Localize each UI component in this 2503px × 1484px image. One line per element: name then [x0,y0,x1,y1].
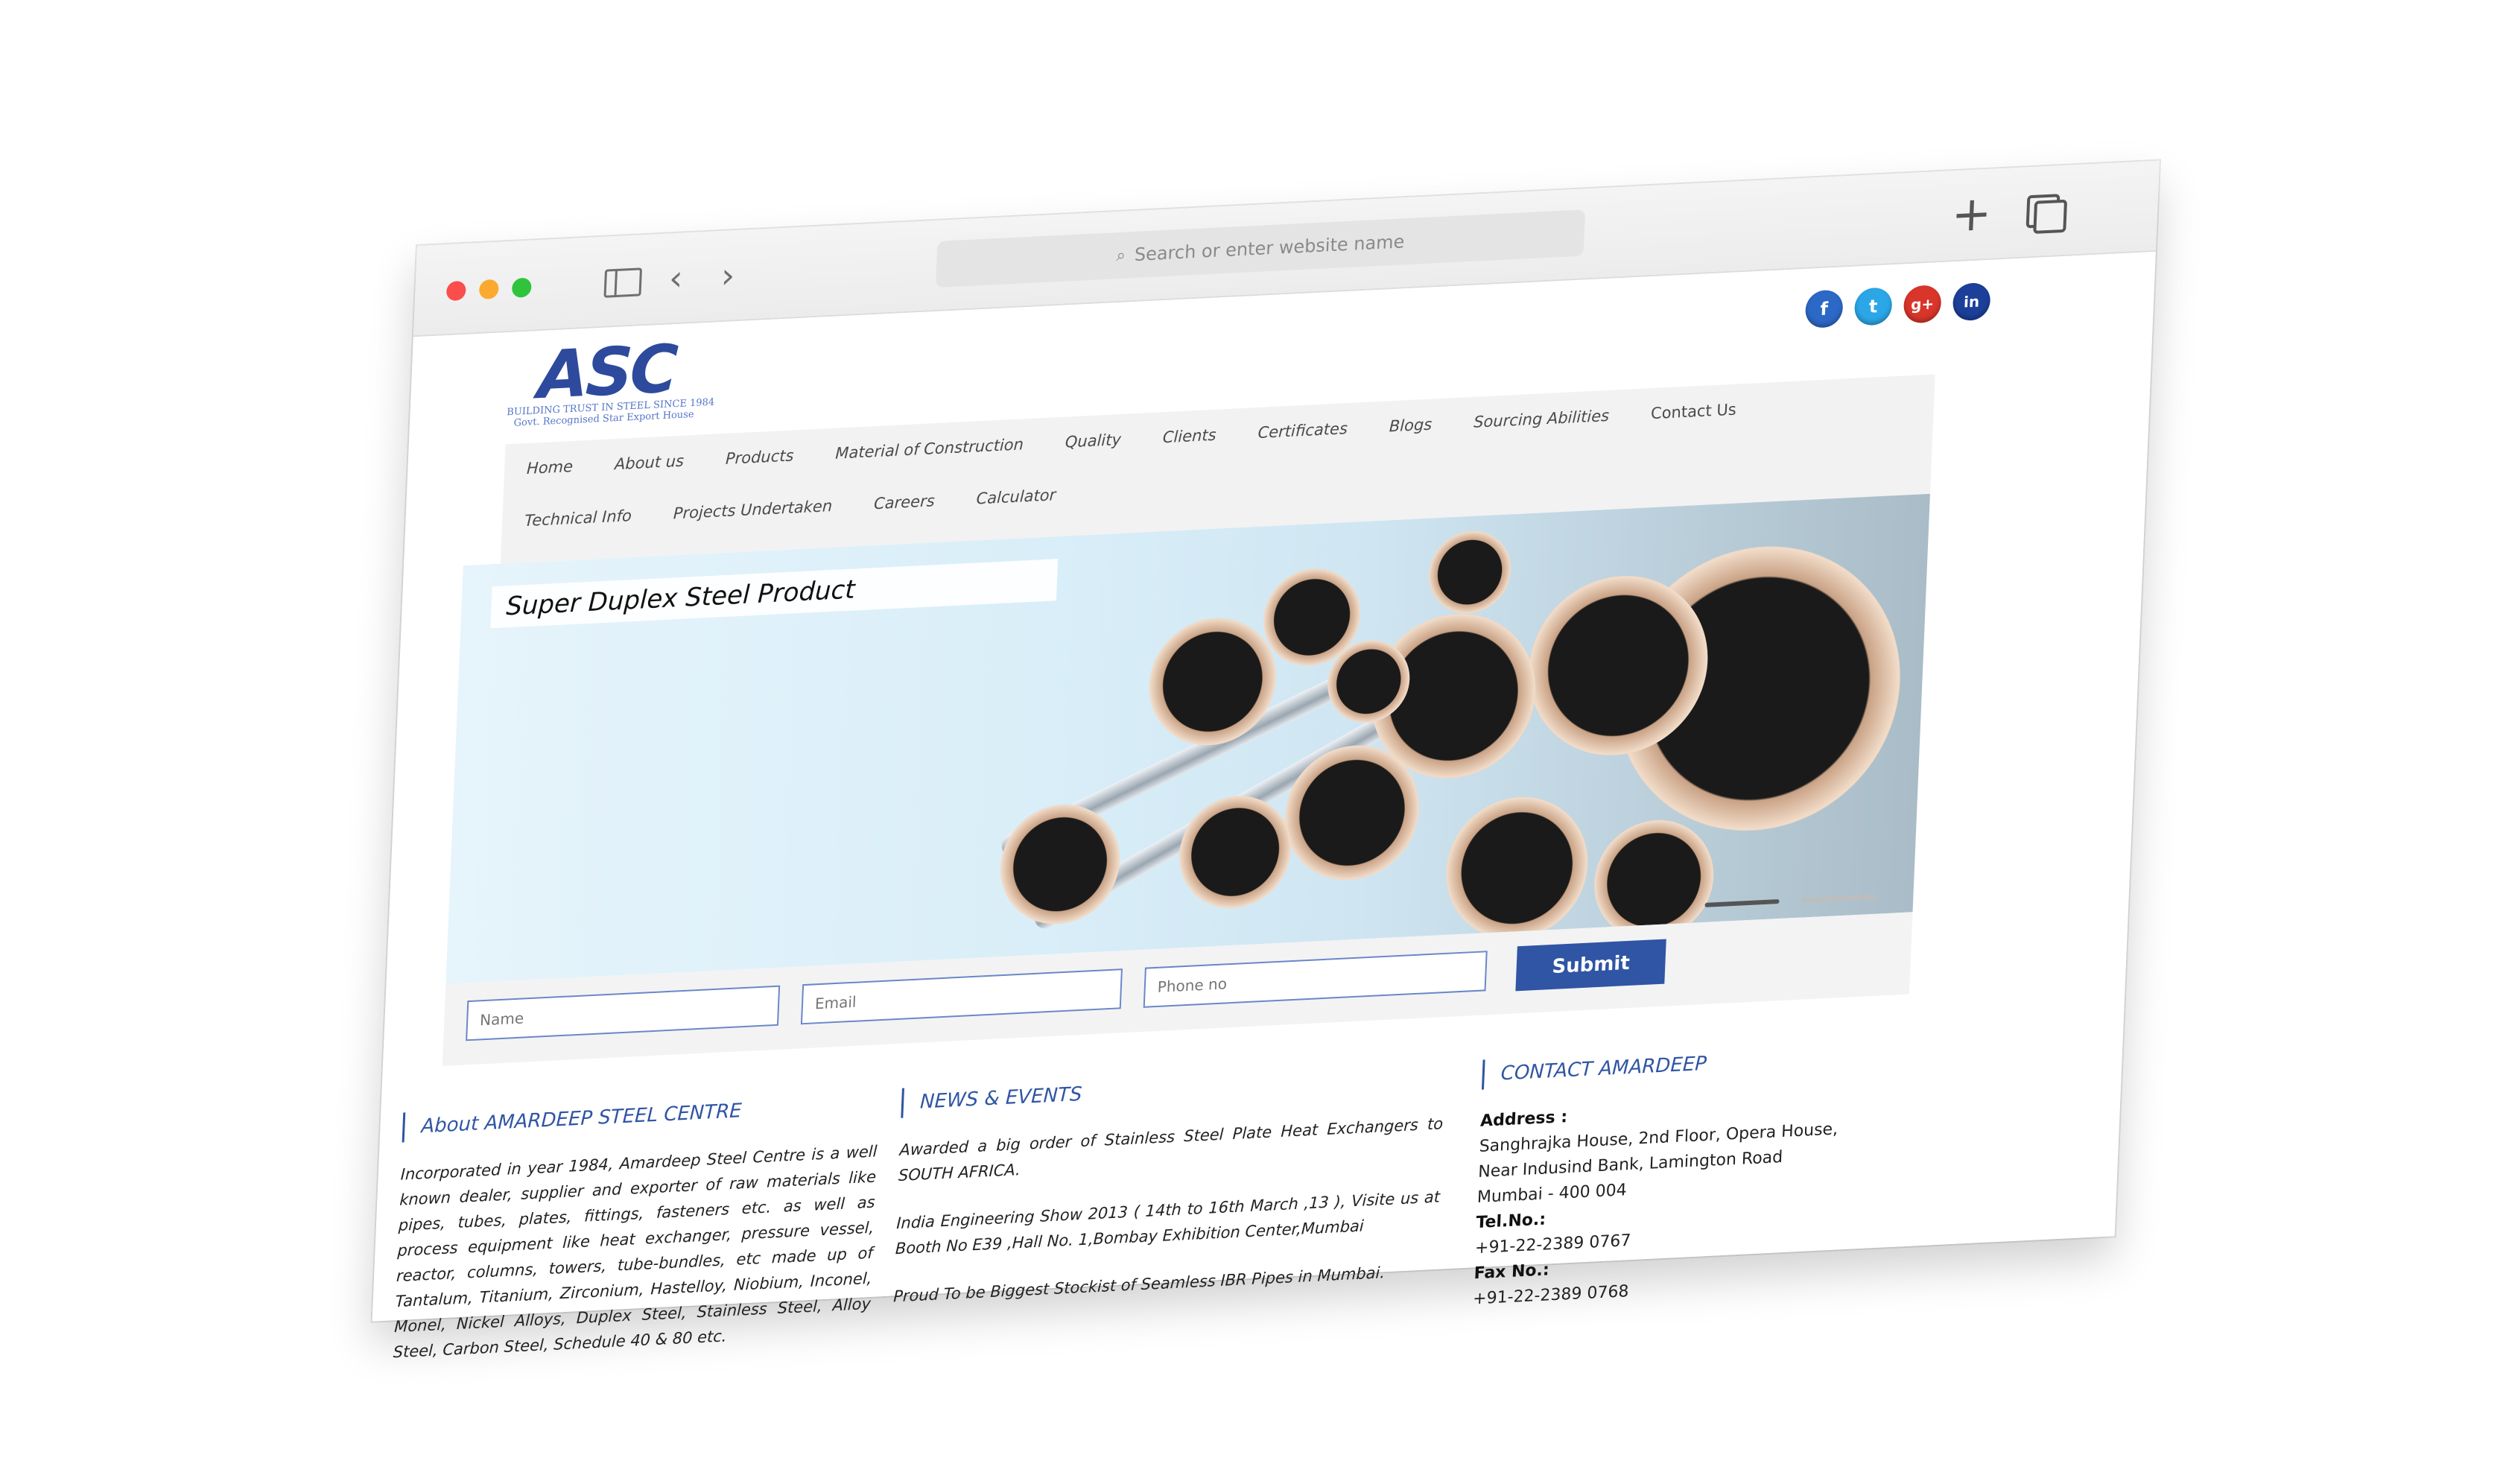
browser-window: ‹ › ⌕ Search or enter website name + ASC… [372,160,2160,1361]
about-section: About AMARDEEP STEEL CENTRE Incorporated… [392,1089,880,1387]
hero-caption: Super Duplex Steel Product [490,559,1059,629]
nav-item-about-us[interactable]: About us [615,452,685,474]
about-text: Incorporated in year 1984, Amardeep Stee… [393,1142,878,1362]
phone-input[interactable] [1143,951,1488,1008]
submit-button[interactable]: Submit [1515,939,1666,992]
nav-item-material-of-construction[interactable]: Material of Construction [835,435,1024,462]
steel-pipe-image [1443,793,1591,943]
email-input[interactable] [800,968,1123,1025]
search-icon: ⌕ [1116,245,1126,265]
zoom-window-button[interactable] [511,277,532,298]
nav-item-certificates[interactable]: Certificates [1257,419,1348,442]
site-logo[interactable]: ASC BUILDING TRUST IN STEEL SINCE 1984 G… [506,330,747,429]
forward-arrow-icon[interactable]: › [712,253,743,299]
contact-heading: CONTACT AMARDEEP [1481,1041,1871,1090]
nav-item-projects-undertaken[interactable]: Projects Undertaken [673,497,832,522]
screenshot-stage: ‹ › ⌕ Search or enter website name + ASC… [0,0,2503,1484]
tab-overview-icon[interactable] [2023,188,2069,235]
linkedin-icon[interactable]: in [1952,282,1991,322]
nav-item-home[interactable]: Home [527,457,574,478]
google-plus-icon[interactable]: g+ [1903,284,1942,324]
logo-mark: ASC [536,330,677,414]
nav-item-blogs[interactable]: Blogs [1389,415,1432,435]
sidebar-toggle-icon[interactable] [600,257,644,304]
web-page: ASC BUILDING TRUST IN STEEL SINCE 1984 G… [372,251,2156,1361]
contact-section: CONTACT AMARDEEP Address : Sanghrajka Ho… [1472,1041,1871,1312]
nav-item-products[interactable]: Products [726,446,794,468]
close-window-button[interactable] [445,280,466,302]
news-item: India Engineering Show 2013 ( 14th to 16… [895,1187,1441,1258]
slider-indicators [1704,894,1877,907]
steel-pipe-image [1177,793,1294,911]
nav-row-2: Technical Info Projects Undertaken Caree… [524,486,1056,530]
slider-indicator[interactable] [1704,899,1780,907]
minimize-window-button[interactable] [478,279,499,299]
about-heading: About AMARDEEP STEEL CENTRE [402,1089,880,1143]
address-bar-placeholder: Search or enter website name [1134,231,1405,265]
news-heading: NEWS & EVENTS [901,1062,1446,1118]
news-item: Awarded a big order of Stainless Steel P… [898,1114,1444,1185]
nav-item-sourcing-abilities[interactable]: Sourcing Abilities [1473,407,1610,431]
social-links: f t g+ in [1804,282,1991,329]
steel-pipe-image [997,802,1123,928]
news-item: Proud To be Biggest Stockist of Seamless… [892,1263,1386,1306]
nav-item-contact-us[interactable]: Contact Us [1651,401,1737,423]
address-bar[interactable]: ⌕ Search or enter website name [935,209,1586,288]
slider-indicator[interactable] [1801,894,1877,903]
twitter-icon[interactable]: t [1853,287,1893,326]
hero-slider[interactable]: Super Duplex Steel Product [445,493,1930,984]
steel-pipe-image [1427,529,1513,615]
nav-item-careers[interactable]: Careers [874,492,936,513]
nav-item-quality[interactable]: Quality [1065,431,1121,451]
nav-item-technical-info[interactable]: Technical Info [524,507,632,530]
nav-item-calculator[interactable]: Calculator [976,486,1056,507]
facebook-icon[interactable]: f [1804,289,1844,329]
name-input[interactable] [466,985,781,1041]
new-tab-plus-icon[interactable]: + [1948,186,1994,244]
news-section: NEWS & EVENTS Awarded a big order of Sta… [892,1062,1446,1332]
back-arrow-icon[interactable]: ‹ [660,255,691,301]
nav-item-clients[interactable]: Clients [1162,426,1216,447]
